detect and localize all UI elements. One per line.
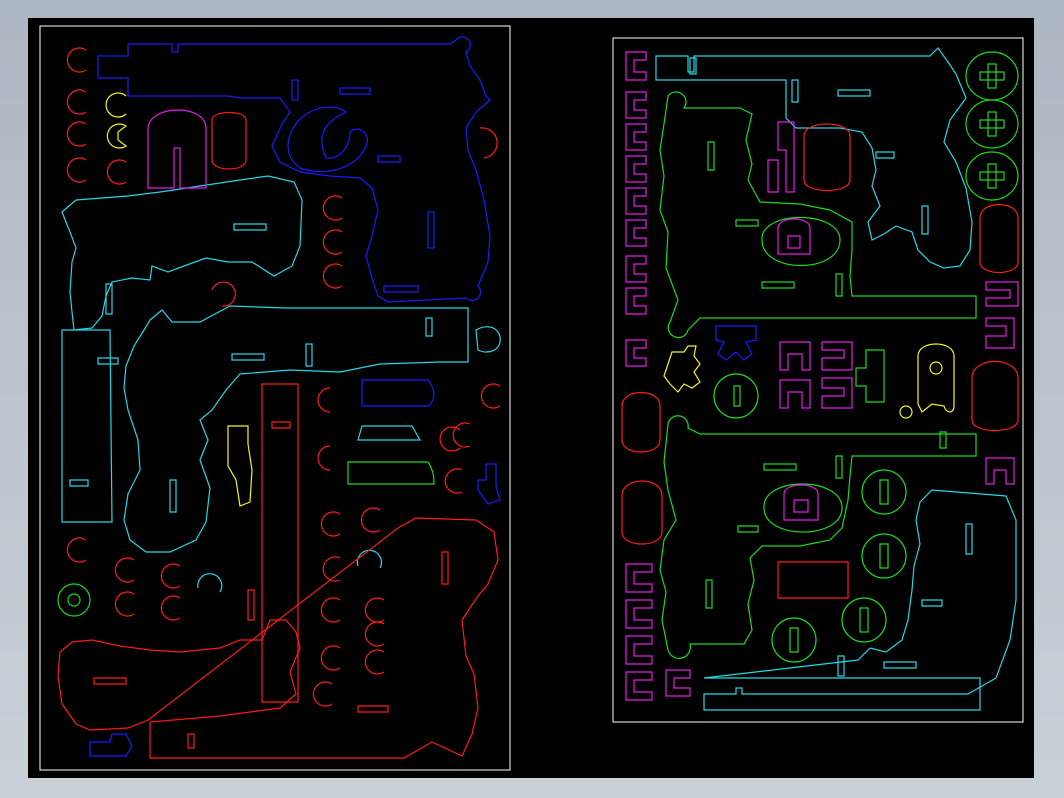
magenta-clips <box>625 51 1019 701</box>
right-sheet-frame <box>612 37 1024 723</box>
left-sheet <box>39 25 511 771</box>
green-discs <box>713 51 1019 663</box>
cyan-rail-top <box>655 47 973 269</box>
cyan-slot-r3 <box>837 89 871 97</box>
cyan-hook <box>475 326 501 353</box>
blue-slot-2 <box>427 211 435 249</box>
red-slot-5 <box>187 733 195 749</box>
blue-slot <box>291 79 299 101</box>
green-slot-6 <box>835 455 843 479</box>
blue-small-part <box>89 733 133 757</box>
cyan-slot-1 <box>233 223 267 231</box>
yellow-gear <box>663 345 701 393</box>
green-slot-7 <box>763 463 797 471</box>
green-ring <box>57 583 91 617</box>
cyan-slot-r6 <box>965 523 973 555</box>
cyan-slot-7 <box>69 479 89 487</box>
green-slot-2 <box>735 219 759 227</box>
blue-small-part-r <box>715 325 757 361</box>
red-frame-part <box>261 383 299 703</box>
cyan-slot-6 <box>425 317 433 337</box>
cyan-slot-r9 <box>837 655 845 677</box>
green-slot-8 <box>737 525 759 533</box>
red-lower-part <box>57 517 499 759</box>
red-slot-2 <box>247 589 255 621</box>
green-slot-3 <box>761 281 795 289</box>
yellow-c-part <box>105 92 127 118</box>
red-block <box>211 111 247 170</box>
green-slot-1 <box>707 141 715 171</box>
red-ovals <box>621 123 1019 599</box>
yellow-lock-part <box>917 343 955 413</box>
cyan-slot-r2 <box>791 79 799 103</box>
cyan-slot-8 <box>169 479 177 513</box>
cyan-slot-4 <box>231 353 265 361</box>
green-slot-4 <box>835 273 843 297</box>
green-frame-bottom <box>659 415 977 659</box>
red-c-clips <box>66 47 501 707</box>
green-oval-top <box>761 216 841 266</box>
yellow-dot <box>899 405 913 419</box>
cyan-rail-bottom <box>703 489 1017 711</box>
cyan-slot-r4 <box>875 151 895 159</box>
blue-tab-2 <box>339 87 371 95</box>
blue-bar <box>361 379 435 407</box>
yellow-trigger <box>227 425 253 507</box>
blue-tab-3 <box>377 155 401 163</box>
cad-viewport[interactable] <box>28 18 1034 778</box>
green-bar <box>347 461 435 485</box>
green-oval-bottom <box>763 483 843 533</box>
blue-cutout <box>287 106 368 173</box>
cyan-slot-9 <box>357 425 422 441</box>
cyan-slot-r7 <box>921 599 943 607</box>
yellow-c-part-2 <box>106 123 128 149</box>
red-slot-4 <box>441 551 449 585</box>
yellow-hole <box>929 361 943 375</box>
cyan-slot-r8 <box>883 661 917 669</box>
cyan-body-part <box>61 305 469 553</box>
red-slot-1 <box>271 421 291 429</box>
blue-tab <box>383 285 419 293</box>
green-ring-inner <box>67 593 81 607</box>
cyan-slot-5 <box>305 343 313 367</box>
blue-hook <box>477 463 501 505</box>
right-sheet <box>612 37 1024 723</box>
cyan-slot-r5 <box>921 205 929 235</box>
red-slot-3 <box>93 677 127 685</box>
magenta-arch <box>147 109 207 189</box>
cad-drawing <box>39 25 1024 771</box>
cyan-ring-2 <box>356 549 383 569</box>
cyan-ring <box>197 573 223 593</box>
cyan-slot-3 <box>97 357 119 365</box>
green-slot-9 <box>705 579 713 609</box>
red-slot-6 <box>357 705 389 713</box>
